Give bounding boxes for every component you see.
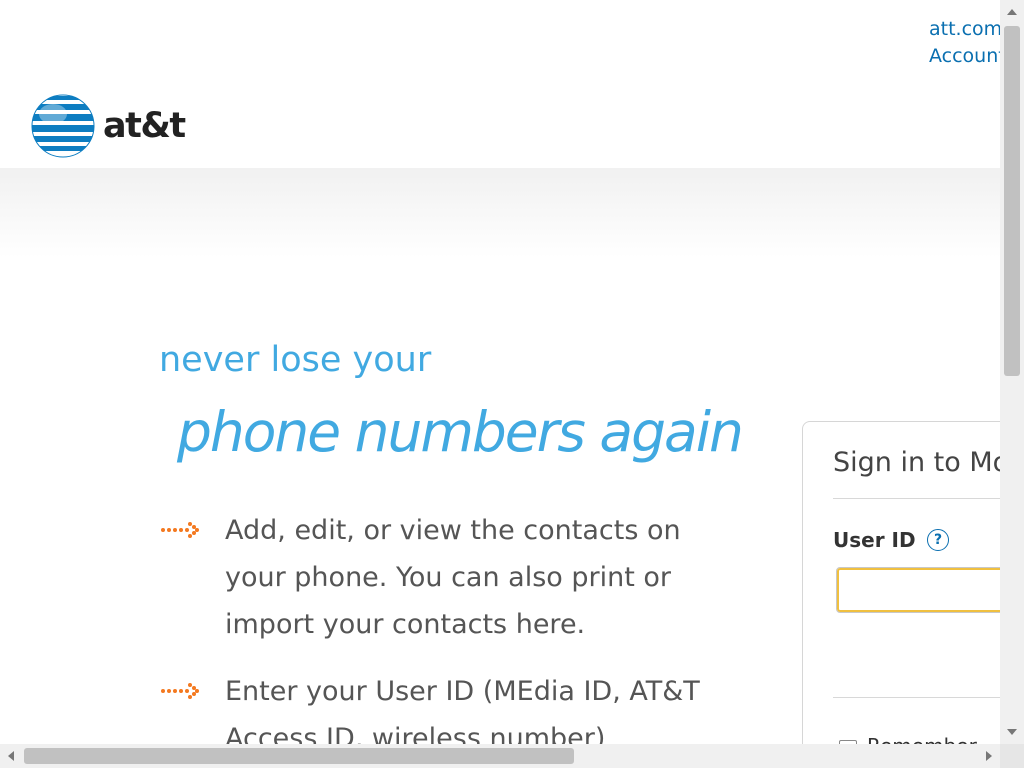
vertical-scrollbar[interactable] — [1000, 0, 1024, 744]
bullet-text: Add, edit, or view the contacts on your … — [225, 515, 681, 640]
bullet-text: Enter your User ID (MEdia ID, AT&T Acces… — [225, 676, 700, 744]
signin-title: Sign in to Mo — [833, 447, 1000, 478]
remember-label: Remember — [867, 734, 977, 744]
logo-text: at&t — [103, 106, 186, 146]
horizontal-scrollbar[interactable] — [0, 744, 1000, 768]
header-band — [0, 168, 1000, 258]
signin-panel: Sign in to Mo User ID ? Remember — [802, 421, 1000, 744]
divider — [833, 498, 1000, 499]
divider — [833, 697, 1000, 698]
headline-line2: phone numbers again — [177, 400, 744, 464]
att-logo[interactable]: at&t — [31, 94, 186, 158]
scroll-left-icon[interactable] — [8, 751, 14, 761]
top-links: att.com Account — [929, 16, 1000, 70]
page: att.com Account at&t never lose your pho… — [0, 0, 1000, 744]
list-item: Enter your User ID (MEdia ID, AT&T Acces… — [160, 668, 720, 744]
account-link[interactable]: Account — [929, 43, 1000, 70]
help-icon[interactable]: ? — [927, 529, 949, 551]
feature-list: Add, edit, or view the contacts on your … — [160, 507, 720, 744]
att-com-link[interactable]: att.com — [929, 16, 1000, 43]
globe-icon — [31, 94, 95, 158]
scroll-thumb[interactable] — [24, 748, 574, 764]
scroll-right-icon[interactable] — [986, 751, 992, 761]
dotted-arrow-icon — [161, 522, 199, 538]
userid-input[interactable] — [836, 567, 1000, 613]
userid-label: User ID — [833, 528, 916, 552]
scrollbar-corner — [1000, 744, 1024, 768]
scroll-up-icon[interactable] — [1007, 9, 1017, 15]
scroll-thumb[interactable] — [1004, 26, 1020, 376]
scroll-down-icon[interactable] — [1007, 729, 1017, 735]
headline-line1: never lose your — [159, 340, 432, 380]
dotted-arrow-icon — [161, 683, 199, 699]
list-item: Add, edit, or view the contacts on your … — [160, 507, 720, 648]
